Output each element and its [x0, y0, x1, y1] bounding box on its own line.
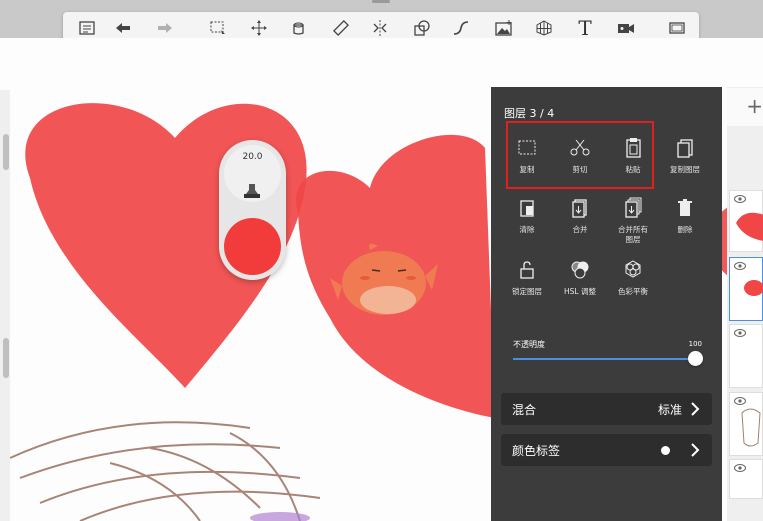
paste-label: 粘贴 — [625, 165, 641, 174]
blend-mode-value: 标准 — [657, 403, 682, 417]
merge-all-icon — [625, 197, 642, 218]
layer-thumbnail-1[interactable] — [729, 190, 763, 252]
eye-icon[interactable] — [734, 464, 746, 472]
layer-preview — [744, 280, 763, 296]
undo-icon[interactable] — [111, 16, 135, 40]
blend-mode-row[interactable]: 混合 标准 — [501, 393, 712, 425]
layer-thumbnail-3[interactable] — [729, 324, 763, 388]
copy-label: 复制 — [519, 165, 535, 174]
shape-icon[interactable] — [410, 16, 434, 40]
duplicate-layer-icon — [677, 139, 693, 158]
move-icon[interactable] — [247, 16, 271, 40]
merge-icon — [572, 199, 587, 218]
brush-size-value: 20.0 — [242, 152, 263, 162]
eye-icon[interactable] — [734, 195, 746, 203]
cut-label: 剪切 — [572, 165, 588, 174]
eye-icon[interactable] — [734, 329, 746, 337]
brush-opacity-slider-handle[interactable] — [3, 338, 9, 378]
paste-button[interactable]: 粘贴 — [605, 137, 661, 175]
clear-layer-icon — [520, 200, 534, 217]
trash-icon — [678, 199, 692, 216]
merge-button[interactable]: 合并 — [552, 197, 608, 235]
toolbar-handle[interactable] — [372, 0, 390, 3]
symmetry-icon[interactable] — [368, 16, 392, 40]
merge-label: 合并 — [572, 225, 588, 234]
ruler-icon[interactable] — [329, 16, 353, 40]
lock-layer-button[interactable]: 锁定图层 — [499, 259, 555, 297]
eye-icon[interactable] — [734, 262, 746, 270]
merge-all-button[interactable]: 合并所有图层 — [605, 197, 661, 245]
hsl-adjust-button[interactable]: HSL 调整 — [552, 259, 608, 297]
merge-all-label: 合并所有图层 — [618, 225, 648, 244]
color-tag-label: 颜色标签 — [512, 444, 561, 458]
layer-panel-title: 图层 3 / 4 — [504, 107, 555, 120]
delete-label: 删除 — [677, 225, 693, 234]
copy-button[interactable]: 复制 — [499, 137, 555, 175]
layer-thumbnail-4[interactable] — [729, 392, 763, 456]
layer-thumbnail-2[interactable] — [729, 257, 763, 321]
add-layer-label: + — [746, 94, 763, 118]
chevron-right-icon — [691, 443, 700, 457]
color-balance-icon — [625, 260, 641, 278]
delete-button[interactable]: 删除 — [657, 197, 713, 235]
layer-preview — [736, 212, 763, 241]
color-tag-row[interactable]: 颜色标签 — [501, 434, 712, 466]
blend-mode-label: 混合 — [512, 403, 537, 417]
hsl-icon — [571, 261, 589, 279]
redo-icon[interactable] — [153, 16, 177, 40]
color-tag-dot — [661, 446, 670, 455]
layer-thumbnail-5[interactable] — [729, 459, 763, 499]
scissors-icon — [570, 139, 590, 156]
unlock-icon — [520, 261, 534, 279]
brush-size-slider-handle[interactable] — [3, 134, 9, 170]
text-icon[interactable]: T — [573, 16, 597, 40]
select-icon[interactable] — [206, 16, 230, 40]
cut-button[interactable]: 剪切 — [552, 137, 608, 175]
curve-icon[interactable] — [449, 16, 473, 40]
clipboard-icon — [626, 138, 641, 158]
fill-icon[interactable] — [287, 16, 311, 40]
video-icon[interactable] — [614, 16, 638, 40]
opacity-value: 100 — [688, 340, 702, 348]
color-balance-button[interactable]: 色彩平衡 — [605, 259, 661, 297]
text-tool-label: T — [578, 16, 592, 40]
layer-menu-panel: 图层 3 / 4 复制 剪切 粘贴 复制图层 清除 合并 合并所有图层 删除 锁… — [491, 87, 722, 521]
hair-sketch — [9, 421, 321, 521]
chevron-right-icon — [691, 402, 700, 416]
clear-label: 清除 — [519, 225, 535, 234]
layer-preview — [741, 408, 761, 447]
opacity-slider-track[interactable] — [513, 358, 696, 360]
opacity-label: 不透明度 — [513, 340, 545, 349]
clear-button[interactable]: 清除 — [499, 197, 555, 235]
list-icon[interactable] — [75, 16, 99, 40]
copy-icon — [518, 140, 536, 155]
add-layer-button[interactable]: + — [727, 88, 763, 126]
perspective-icon[interactable] — [532, 16, 556, 40]
brush-puck[interactable]: 20.0 — [219, 140, 286, 280]
image-icon[interactable] — [492, 16, 516, 40]
fullscreen-icon[interactable] — [665, 16, 689, 40]
lock-layer-label: 锁定图层 — [512, 287, 542, 296]
brush-color-swatch[interactable] — [224, 218, 281, 275]
hsl-adjust-label: HSL 调整 — [564, 287, 596, 296]
color-balance-label: 色彩平衡 — [618, 287, 648, 296]
duplicate-layer-label: 复制图层 — [670, 165, 700, 174]
duplicate-layer-button[interactable]: 复制图层 — [657, 137, 713, 175]
brush-tool-icon — [244, 184, 260, 198]
opacity-slider-thumb[interactable] — [688, 351, 703, 366]
